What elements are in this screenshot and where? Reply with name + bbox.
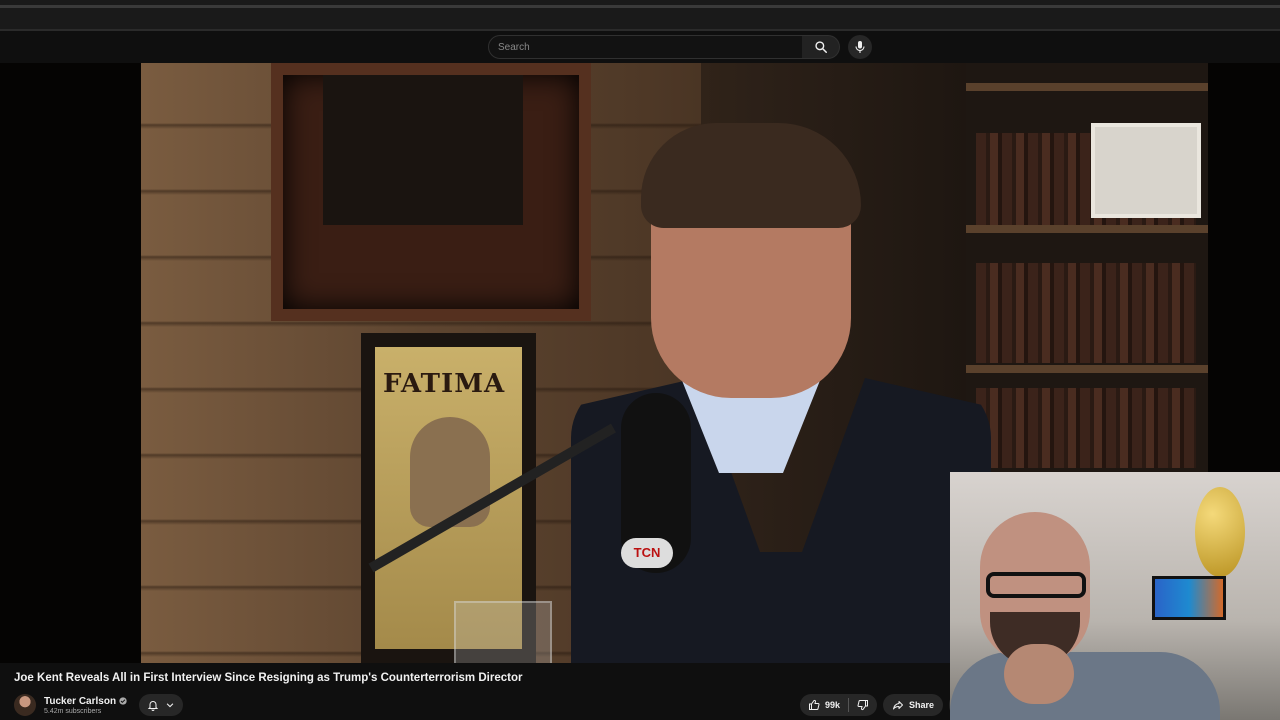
streamer-hand [1004, 644, 1074, 704]
search-button[interactable] [802, 35, 840, 59]
video-title: Joe Kent Reveals All in First Interview … [14, 672, 523, 684]
channel-name-row[interactable]: Tucker Carlson [44, 696, 127, 707]
like-button[interactable]: 99k [800, 694, 848, 716]
channel-name[interactable]: Tucker Carlson [44, 696, 116, 707]
subscriber-count: 5.42m subscribers [44, 707, 102, 715]
verified-check-icon [119, 697, 127, 705]
voice-search-button[interactable] [848, 35, 872, 59]
chevron-down-icon [165, 700, 175, 710]
wall-frame [271, 63, 591, 321]
channel-avatar[interactable] [14, 694, 36, 716]
webcam-overlay [950, 472, 1280, 720]
drinking-glass [454, 601, 552, 663]
search-box[interactable] [488, 35, 803, 59]
microphone-icon [854, 40, 866, 54]
mic-flag: TCN [621, 538, 673, 568]
video-title-row: Joe Kent Reveals All in First Interview … [14, 672, 944, 688]
host-hair [641, 123, 861, 228]
background-tv [1152, 576, 1226, 620]
share-label: Share [909, 700, 935, 710]
share-arrow-icon [892, 699, 904, 711]
poster-text: FATIMA [383, 369, 506, 399]
share-button[interactable]: Share [883, 694, 944, 716]
video-owner: Tucker Carlson 5.42m subscribers [14, 692, 184, 718]
search-icon [814, 40, 828, 54]
action-buttons: 99k Share [800, 694, 960, 716]
bell-icon [147, 699, 159, 711]
thumbs-up-icon [808, 699, 820, 711]
framed-photo [1091, 123, 1201, 218]
gold-balloon [1195, 487, 1245, 577]
masthead [0, 33, 1280, 63]
browser-top-strip [0, 0, 1280, 31]
bookshelf [966, 63, 1208, 473]
like-count: 99k [825, 700, 841, 710]
search-input[interactable] [489, 36, 802, 58]
streamer-glasses [986, 572, 1086, 598]
thumbs-down-icon [857, 699, 869, 711]
like-dislike-segment: 99k [800, 694, 878, 716]
dislike-button[interactable] [849, 694, 877, 716]
notification-bell-button[interactable] [139, 694, 184, 716]
host-figure [571, 123, 991, 663]
channel-meta: Tucker Carlson 5.42m subscribers [44, 696, 127, 715]
streamer-hoodie [950, 652, 1220, 720]
